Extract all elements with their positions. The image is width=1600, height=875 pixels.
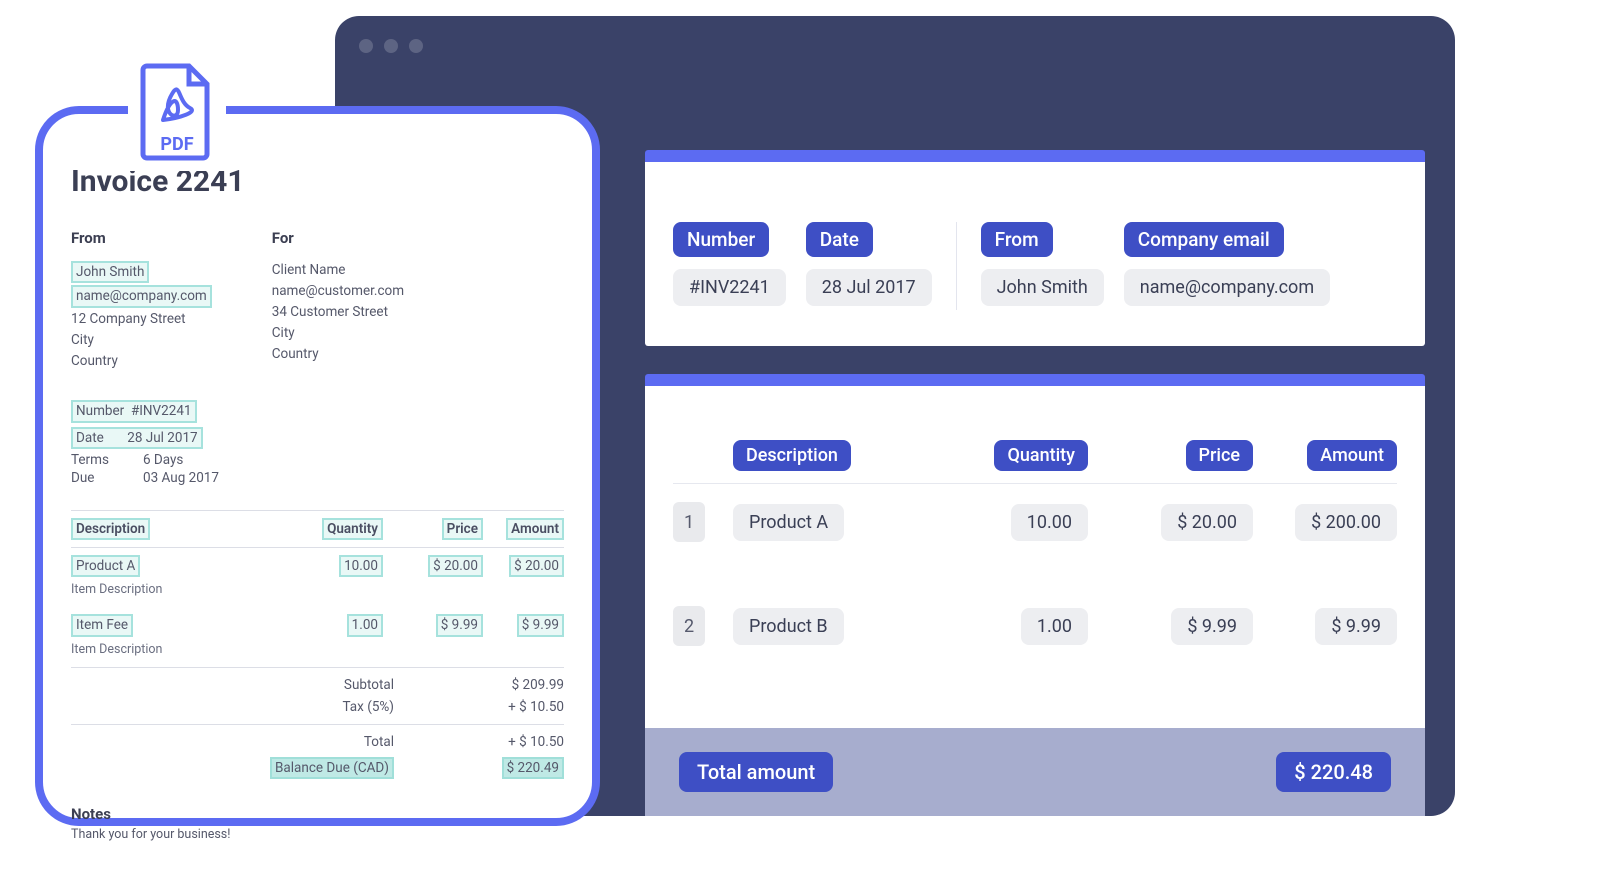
for-email: name@customer.com <box>272 283 404 299</box>
col-header-amount: Amount <box>1307 440 1397 471</box>
pdf-col-price: Price <box>442 518 483 540</box>
row-index: 2 <box>673 606 705 646</box>
from-country: Country <box>71 353 118 369</box>
invoice-meta: Number #INV2241 Date 28 Jul 2017 Terms6 … <box>71 399 564 485</box>
pdf-totals: Subtotal$ 209.99 Tax (5%)+ $ 10.50 Total… <box>71 674 564 783</box>
for-city: City <box>272 325 295 341</box>
from-block: From John Smith name@company.com 12 Comp… <box>71 227 212 371</box>
vertical-divider <box>956 222 957 310</box>
value-number: #INV2241 <box>673 269 786 306</box>
pdf-item-row: Product A 10.00 $ 20.00 $ 20.00 <box>71 548 564 584</box>
value-company-email: name@company.com <box>1124 269 1330 306</box>
row-index: 1 <box>673 502 705 542</box>
item-amount: $ 200.00 <box>1295 504 1397 541</box>
total-amount-label: Total amount <box>679 752 833 792</box>
from-heading: From <box>71 227 212 250</box>
items-header-row: Description Quantity Price Amount <box>673 440 1397 471</box>
col-header-quantity: Quantity <box>994 440 1088 471</box>
from-street: 12 Company Street <box>71 311 186 327</box>
item-quantity: 10.00 <box>1011 504 1088 541</box>
traffic-light-close-icon[interactable] <box>359 39 373 53</box>
for-street: 34 Customer Street <box>272 304 388 320</box>
pdf-col-quantity: Quantity <box>322 518 383 540</box>
pdf-col-description: Description <box>71 518 150 540</box>
traffic-light-minimize-icon[interactable] <box>384 39 398 53</box>
item-quantity: 1.00 <box>1021 608 1088 645</box>
summary-group-date: Date 28 Jul 2017 <box>806 222 932 310</box>
pdf-item-row: Item Fee 1.00 $ 9.99 $ 9.99 <box>71 607 564 643</box>
balance-due-label: Balance Due (CAD) <box>270 757 394 779</box>
total-amount-value: $ 220.48 <box>1276 752 1391 792</box>
pdf-col-amount: Amount <box>506 518 564 540</box>
item-description: Product B <box>733 608 844 645</box>
pdf-invoice-card: PDF Invoice 2241 From John Smith name@co… <box>35 106 600 826</box>
item-row: 1 Product A 10.00 $ 20.00 $ 200.00 <box>673 502 1397 542</box>
label-from: From <box>981 222 1053 257</box>
items-divider <box>673 483 1397 484</box>
col-header-description: Description <box>733 440 851 471</box>
label-date: Date <box>806 222 873 257</box>
value-from: John Smith <box>981 269 1104 306</box>
notes-heading: Notes <box>71 805 564 823</box>
for-block: For Client Name name@customer.com 34 Cus… <box>272 227 404 371</box>
from-name: John Smith <box>71 261 149 283</box>
extracted-summary-panel: Number #INV2241 Date 28 Jul 2017 From Jo… <box>645 150 1425 346</box>
summary-group-email: Company email name@company.com <box>1124 222 1330 310</box>
item-row: 2 Product B 1.00 $ 9.99 $ 9.99 <box>673 606 1397 646</box>
extracted-items-panel: Description Quantity Price Amount 1 Prod… <box>645 374 1425 816</box>
for-name: Client Name <box>272 262 346 278</box>
from-email: name@company.com <box>71 285 212 307</box>
label-number: Number <box>673 222 769 257</box>
total-bar: Total amount $ 220.48 <box>645 728 1425 816</box>
item-price: $ 9.99 <box>1171 608 1253 645</box>
balance-due-value: $ 220.49 <box>502 757 564 779</box>
pdf-file-icon: PDF <box>128 53 226 171</box>
traffic-light-zoom-icon[interactable] <box>409 39 423 53</box>
col-header-price: Price <box>1186 440 1253 471</box>
summary-group-number: Number #INV2241 <box>673 222 786 310</box>
notes-body: Thank you for your business! <box>71 827 564 842</box>
notes-block: Notes Thank you for your business! <box>71 805 564 842</box>
label-company-email: Company email <box>1124 222 1284 257</box>
svg-text:PDF: PDF <box>160 134 193 155</box>
value-date: 28 Jul 2017 <box>806 269 932 306</box>
for-heading: For <box>272 227 404 250</box>
from-city: City <box>71 332 94 348</box>
for-country: Country <box>272 346 319 362</box>
item-description: Product A <box>733 504 844 541</box>
item-price: $ 20.00 <box>1161 504 1253 541</box>
item-amount: $ 9.99 <box>1315 608 1397 645</box>
summary-group-from: From John Smith <box>981 222 1104 310</box>
window-titlebar <box>335 16 1455 76</box>
pdf-line-items-table: Description Quantity Price Amount Produc… <box>71 510 564 783</box>
